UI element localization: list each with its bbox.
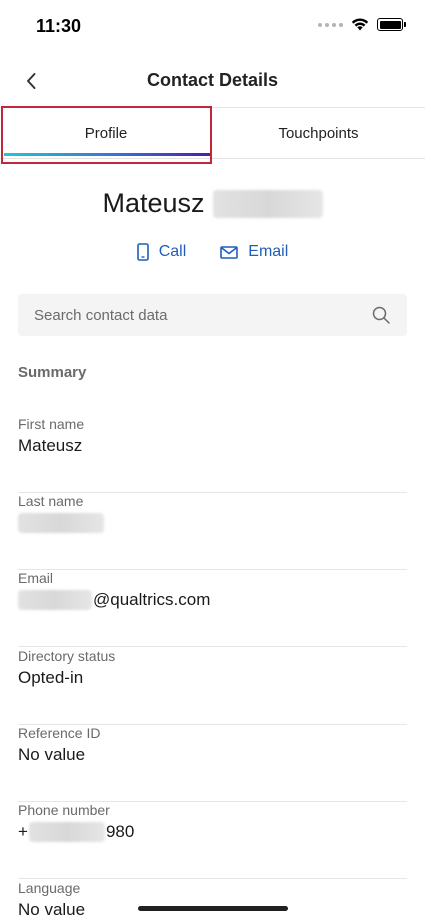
phone-prefix: + [18,822,28,841]
field-last-name: Last name [18,493,407,570]
field-label: Reference ID [18,725,101,741]
redacted-email-user [18,590,92,610]
home-indicator [138,906,288,911]
tab-touchpoints[interactable]: Touchpoints [212,108,425,158]
search-input[interactable] [34,306,371,324]
tab-profile[interactable]: Profile [0,108,212,158]
email-domain: @qualtrics.com [93,590,211,609]
field-first-name: First name Mateusz [18,416,407,493]
field-value: No value [18,745,86,764]
field-label: Phone number [18,802,110,818]
redacted-last-name-value [18,513,104,533]
active-tab-indicator [4,153,210,156]
contact-actions: Call Email [0,243,425,261]
search-icon[interactable] [371,305,391,325]
call-button[interactable]: Call [136,243,187,261]
battery-icon [377,18,406,31]
field-value [18,513,104,533]
wifi-icon [351,18,369,31]
field-phone-number: Phone number + 980 [18,802,407,879]
email-button[interactable]: Email [220,243,288,261]
tab-profile-label: Profile [84,124,128,142]
field-value: Opted-in [18,668,84,687]
field-value: No value [18,900,86,919]
signal-dots-icon [318,22,343,27]
call-label: Call [158,243,187,260]
field-language: Language No value [18,880,407,920]
field-label: Email [18,570,54,586]
nav-bar: Contact Details [0,54,425,108]
envelope-icon [220,245,239,259]
phone-suffix: 980 [105,822,135,841]
contact-name: Mateusz [0,188,425,219]
search-bar [18,294,407,336]
email-label: Email [248,243,289,260]
tab-bar: Profile Touchpoints [0,108,425,159]
field-reference-id: Reference ID No value [18,725,407,802]
field-label: Last name [18,493,84,509]
field-label: First name [18,416,85,432]
tab-touchpoints-label: Touchpoints [278,124,359,142]
field-value: + 980 [18,822,134,842]
field-value: Mateusz [18,436,83,455]
field-email: Email @qualtrics.com [18,570,407,647]
page-title: Contact Details [146,70,279,90]
summary-heading: Summary [18,364,87,381]
field-label: Directory status [18,648,116,664]
phone-icon [136,243,149,261]
field-label: Language [18,880,81,896]
status-icons [318,18,406,31]
field-directory-status: Directory status Opted-in [18,648,407,725]
redacted-last-name [212,189,323,218]
field-value: @qualtrics.com [18,590,210,610]
redacted-phone-digits [28,822,105,842]
contact-first-name: Mateusz [102,188,205,218]
status-time: 11:30 [36,16,82,36]
status-bar: 11:30 [0,0,425,54]
